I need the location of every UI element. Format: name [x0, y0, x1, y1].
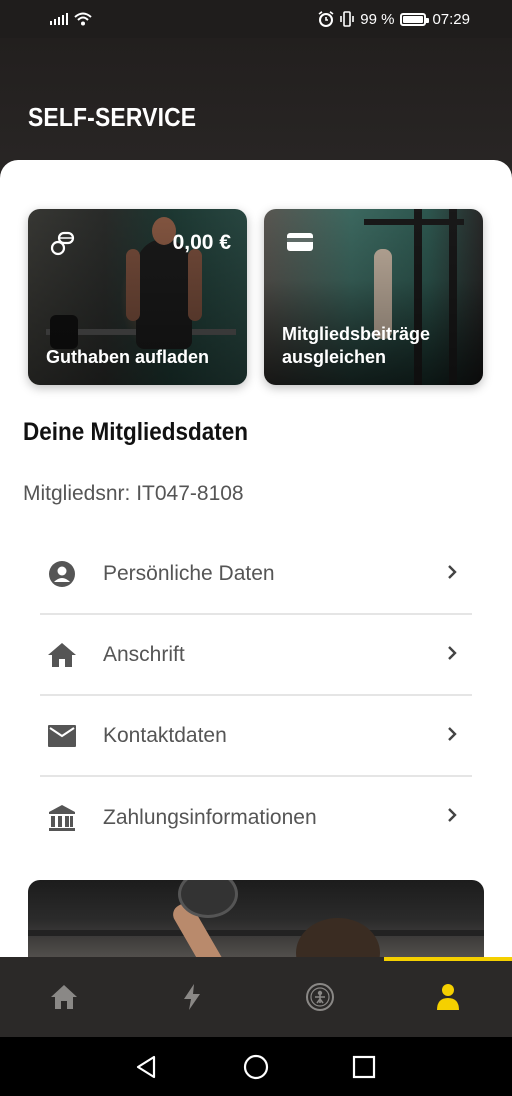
- alarm-icon: [318, 11, 334, 27]
- nav-studio[interactable]: [300, 977, 340, 1017]
- balance-amount: 0,00 €: [172, 231, 231, 254]
- promo-banner[interactable]: [28, 880, 484, 960]
- lightning-icon: [184, 984, 200, 1010]
- topup-card[interactable]: 0,00 € Guthaben aufladen: [28, 209, 247, 385]
- profile-icon: [437, 984, 459, 1010]
- section-title: Deine Mitgliedsdaten: [23, 418, 249, 446]
- menu-item-address[interactable]: Anschrift: [40, 615, 472, 696]
- page-title: SELF-SERVICE: [28, 102, 197, 132]
- person-circle-icon: [47, 559, 77, 589]
- home-circle-icon[interactable]: [242, 1053, 270, 1081]
- membership-fees-card[interactable]: Mitgliedsbeiträge ausgleichen: [264, 209, 483, 385]
- chevron-right-icon: [448, 727, 457, 741]
- wifi-icon: [74, 12, 92, 26]
- member-data-menu: Persönliche Daten Anschrift Kontaktdaten: [40, 534, 472, 858]
- menu-item-label: Anschrift: [103, 642, 185, 666]
- menu-item-personal-data[interactable]: Persönliche Daten: [40, 534, 472, 615]
- back-icon[interactable]: [132, 1053, 160, 1081]
- coins-icon: [50, 231, 75, 256]
- menu-item-payment[interactable]: Zahlungsinformationen: [40, 777, 472, 858]
- battery-icon: [400, 12, 430, 26]
- system-navigation-bar: [0, 1037, 512, 1096]
- chevron-right-icon: [448, 808, 457, 822]
- nav-profile[interactable]: [428, 977, 468, 1017]
- member-number: Mitgliedsnr: IT047-8108: [23, 482, 244, 505]
- fees-label-line1: Mitgliedsbeiträge: [282, 324, 431, 344]
- action-cards: 0,00 € Guthaben aufladen Mitgliedsbeiträ…: [28, 209, 483, 385]
- home-icon: [51, 985, 77, 1009]
- menu-item-label: Kontaktdaten: [103, 723, 227, 747]
- promo-photo-athlete: [296, 918, 380, 960]
- fees-label-line2: ausgleichen: [282, 347, 387, 367]
- home-icon: [47, 640, 77, 670]
- bottom-navigation: [0, 957, 512, 1037]
- chevron-right-icon: [448, 565, 457, 579]
- status-bar: 99 % 07:29: [0, 0, 512, 38]
- battery-percent: 99 %: [360, 10, 395, 28]
- vibrate-icon: [340, 11, 355, 27]
- content-sheet: 0,00 € Guthaben aufladen Mitgliedsbeiträ…: [0, 160, 512, 960]
- clock: 07:29: [432, 10, 470, 28]
- bank-icon: [47, 803, 77, 833]
- gym-logo-icon: [306, 983, 334, 1011]
- mail-icon: [47, 721, 77, 751]
- active-tab-indicator: [384, 957, 512, 961]
- nav-activity[interactable]: [172, 977, 212, 1017]
- recent-apps-icon[interactable]: [350, 1053, 378, 1081]
- nav-home[interactable]: [44, 977, 84, 1017]
- signal-icon: [50, 13, 68, 25]
- topup-label: Guthaben aufladen: [46, 347, 210, 367]
- menu-item-contact[interactable]: Kontaktdaten: [40, 696, 472, 777]
- credit-card-icon: [287, 233, 313, 251]
- chevron-right-icon: [448, 646, 457, 660]
- menu-item-label: Persönliche Daten: [103, 561, 275, 585]
- menu-item-label: Zahlungsinformationen: [103, 805, 317, 829]
